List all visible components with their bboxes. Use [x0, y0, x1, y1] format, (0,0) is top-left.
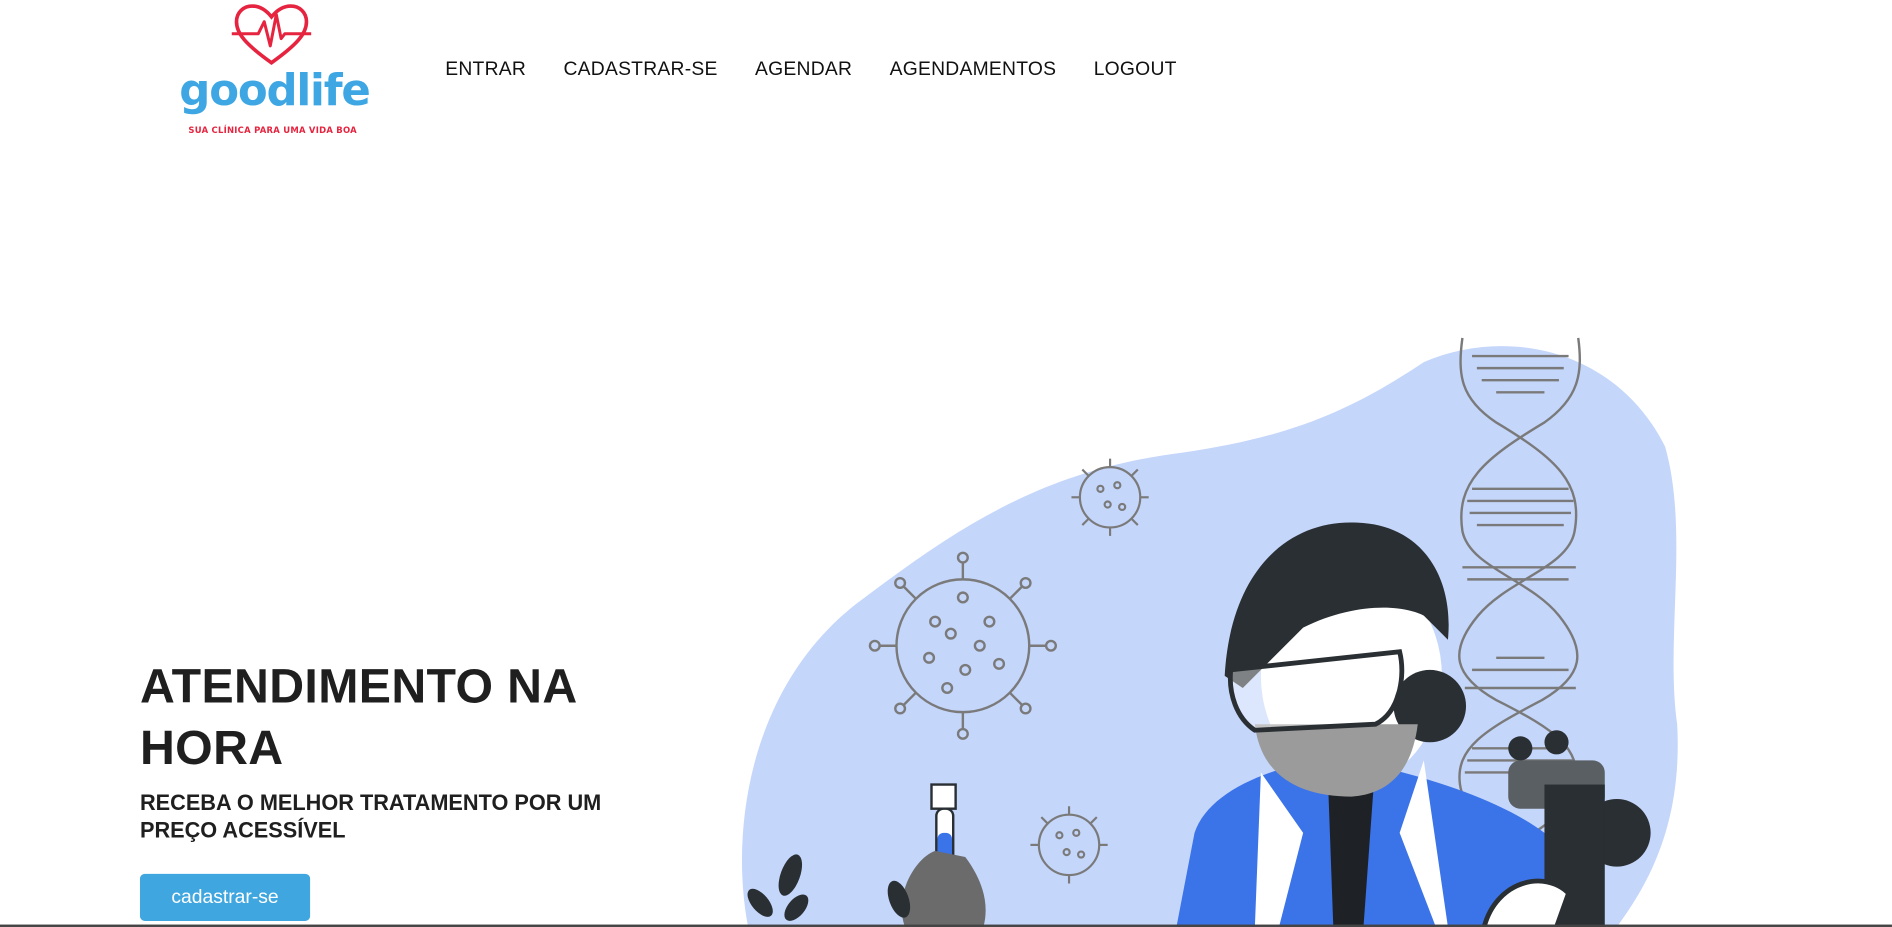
brand-logo[interactable]: goodlife SUA CLÍNICA PARA UMA VIDA BOA	[169, 2, 380, 141]
main-nav: ENTRAR CADASTRAR-SE AGENDAR AGENDAMENTOS…	[445, 57, 1176, 84]
scientist-illustration	[741, 337, 1678, 927]
hero-title: ATENDIMENTO NA HORA	[139, 660, 576, 775]
nav-cadastrar-se[interactable]: CADASTRAR-SE	[563, 57, 717, 84]
nav-logout[interactable]: LOGOUT	[1094, 57, 1177, 84]
signup-button[interactable]: cadastrar-se	[139, 873, 311, 921]
nav-entrar[interactable]: ENTRAR	[445, 57, 526, 84]
hero-subtitle: RECEBA O MELHOR TRATAMENTO POR UM PREÇO …	[139, 790, 602, 843]
logo-wordmark: goodlife	[179, 66, 371, 116]
nav-agendamentos[interactable]: AGENDAMENTOS	[890, 57, 1057, 84]
nav-agendar[interactable]: AGENDAR	[755, 57, 852, 84]
page: goodlife SUA CLÍNICA PARA UMA VIDA BOA E…	[0, 0, 1892, 927]
heart-pulse-icon	[231, 4, 312, 65]
logo-tagline: SUA CLÍNICA PARA UMA VIDA BOA	[188, 125, 357, 136]
